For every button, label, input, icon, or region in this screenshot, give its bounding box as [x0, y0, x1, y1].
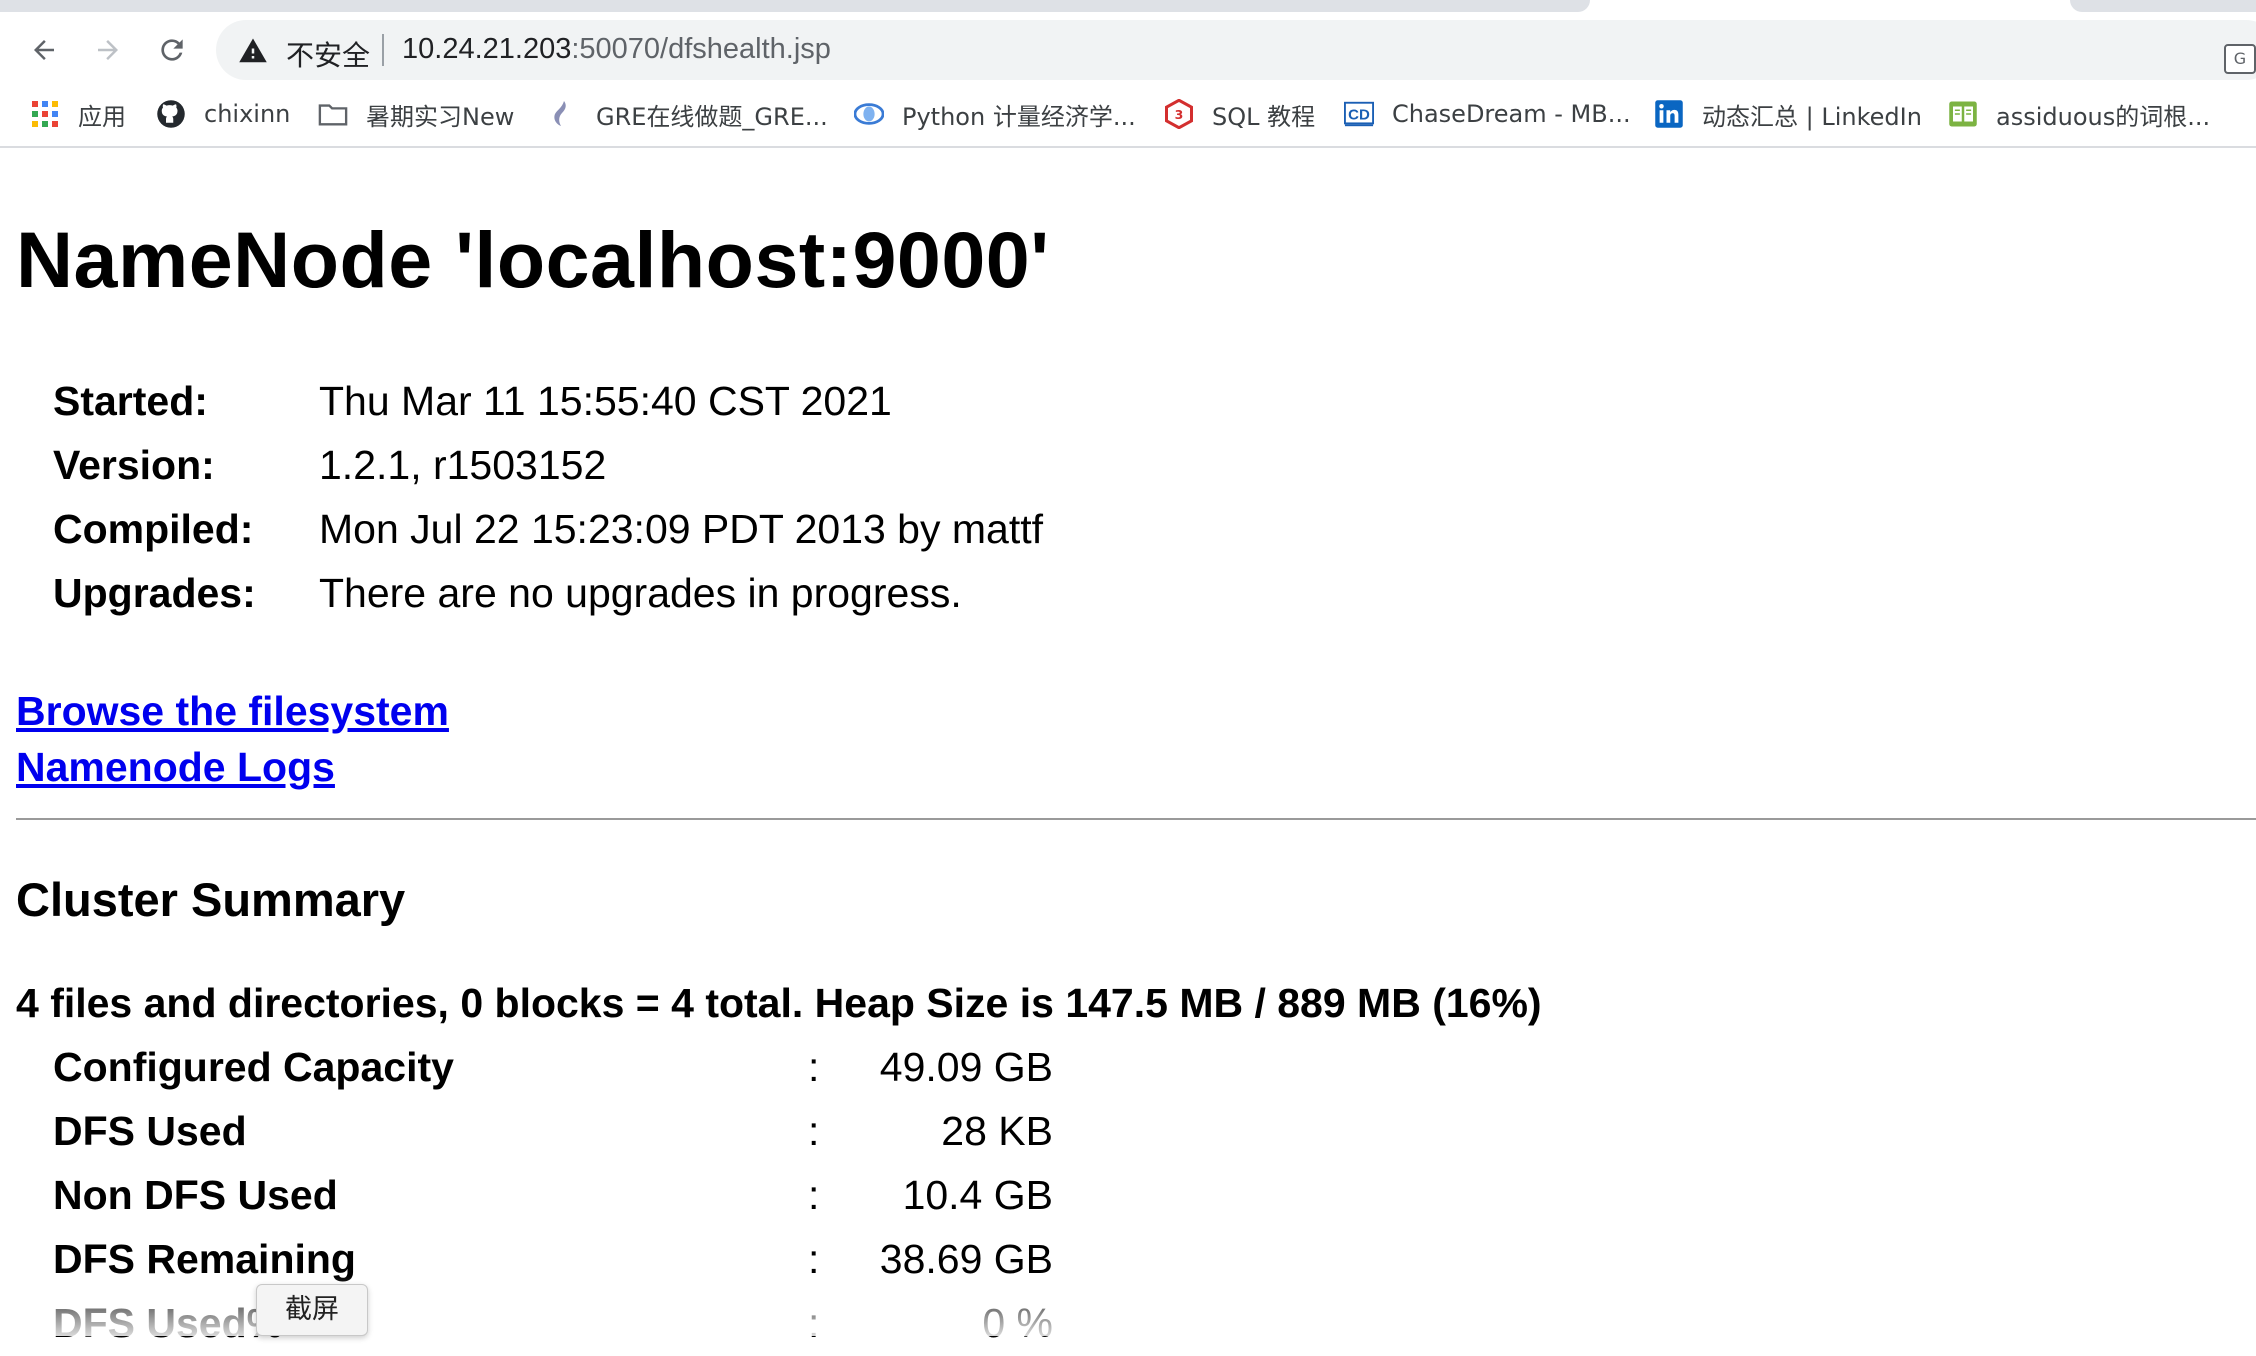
bookmark-label: assiduous的词根...: [1996, 102, 2211, 131]
divider: [16, 818, 2256, 820]
reload-button[interactable]: [150, 28, 194, 72]
chasedream-icon: CD: [1344, 99, 1374, 129]
tab-strip: [0, 0, 2256, 14]
not-secure-label[interactable]: 不安全: [286, 34, 370, 74]
bookmark-python[interactable]: Python 计量经济学...: [854, 94, 1136, 134]
bookmark-github[interactable]: chixinn: [156, 94, 290, 134]
browser-toolbar: 不安全 10.24.21.203:50070/dfshealth.jsp G文: [0, 14, 2256, 84]
svg-text:3: 3: [1175, 107, 1184, 122]
bookmark-assiduous[interactable]: assiduous的词根...: [1948, 94, 2210, 134]
svg-text:CD: CD: [1348, 107, 1370, 124]
bookmark-label: GRE在线做题_GRE...: [596, 102, 828, 131]
screenshot-tooltip: 截屏: [256, 1284, 368, 1336]
bookmark-label: Python 计量经济学...: [902, 102, 1136, 131]
bookmark-label: SQL 教程: [1212, 102, 1316, 131]
warning-icon[interactable]: [238, 36, 268, 66]
forward-button[interactable]: [86, 28, 130, 72]
info-row-version: Version: 1.2.1, r1503152: [53, 442, 606, 489]
namenode-logs-link[interactable]: Namenode Logs: [16, 744, 335, 791]
bookmark-linkedin[interactable]: 动态汇总 | LinkedIn: [1654, 94, 1922, 134]
capacity-row-non-dfs-used: Non DFS Used : 10.4 GB: [53, 1172, 1053, 1228]
github-icon: [156, 99, 186, 129]
capacity-value: 10.4 GB: [902, 1172, 1053, 1218]
back-arrow-icon: [34, 40, 54, 60]
address-bar[interactable]: 不安全 10.24.21.203:50070/dfshealth.jsp: [216, 20, 2256, 80]
info-row-compiled: Compiled: Mon Jul 22 15:23:09 PDT 2013 by…: [53, 506, 1043, 553]
url-path: :50070/dfshealth.jsp: [571, 33, 831, 65]
info-row-upgrades: Upgrades: There are no upgrades in progre…: [53, 570, 962, 617]
address-separator: [382, 34, 384, 66]
bookmark-gre[interactable]: GRE在线做题_GRE...: [548, 94, 828, 134]
bookmark-sql[interactable]: 3 SQL 教程: [1164, 94, 1315, 134]
capacity-value: 28 KB: [941, 1108, 1053, 1154]
info-key: Started:: [53, 378, 208, 424]
folder-icon: [318, 99, 348, 129]
capacity-row-configured: Configured Capacity : 49.09 GB: [53, 1044, 1053, 1100]
translate-icon[interactable]: G文: [2224, 44, 2256, 74]
capacity-value: 49.09 GB: [879, 1044, 1053, 1090]
python-icon: [854, 99, 884, 129]
capacity-colon: :: [808, 1172, 820, 1218]
cluster-summary-line: 4 files and directories, 0 blocks = 4 to…: [16, 980, 1542, 1026]
bookmark-label: 暑期实习New: [366, 102, 515, 131]
gre-icon: [548, 99, 578, 129]
bookmark-label: ChaseDream - MB...: [1392, 100, 1631, 128]
capacity-label: DFS Used: [53, 1108, 247, 1154]
browse-filesystem-link[interactable]: Browse the filesystem: [16, 688, 449, 735]
url-text[interactable]: 10.24.21.203:50070/dfshealth.jsp: [402, 33, 831, 66]
bookmarks-bar: 应用 chixinn 暑期实习New GRE在线做题_GRE... Python…: [0, 84, 2256, 148]
info-row-started: Started: Thu Mar 11 15:55:40 CST 2021: [53, 378, 892, 425]
sql-icon: 3: [1164, 99, 1194, 129]
reload-icon: [161, 39, 183, 61]
info-key: Compiled:: [53, 506, 254, 552]
info-value: There are no upgrades in progress.: [319, 570, 962, 616]
url-host: 10.24.21.203: [402, 33, 572, 65]
bookmark-folder[interactable]: 暑期实习New: [318, 94, 514, 134]
info-value: 1.2.1, r1503152: [319, 442, 607, 488]
bookmark-chasedream[interactable]: CD ChaseDream - MB...: [1344, 94, 1631, 134]
page-title: NameNode 'localhost:9000': [16, 215, 1050, 304]
forward-arrow-icon: [98, 40, 118, 60]
page-content: NameNode 'localhost:9000' Started: Thu Ma…: [0, 150, 2256, 1346]
bookmark-label: 动态汇总 | LinkedIn: [1702, 102, 1922, 131]
info-value: Mon Jul 22 15:23:09 PDT 2013 by mattf: [319, 506, 1044, 552]
info-key: Upgrades:: [53, 570, 256, 616]
capacity-colon: :: [808, 1044, 820, 1090]
info-key: Version:: [53, 442, 215, 488]
apps-grid-icon: [30, 99, 60, 129]
capacity-colon: :: [808, 1108, 820, 1154]
inactive-tab-area-right[interactable]: [2070, 0, 2256, 12]
book-icon: [1948, 99, 1978, 129]
back-button[interactable]: [22, 28, 66, 72]
capacity-label: Configured Capacity: [53, 1044, 454, 1090]
cluster-summary-title: Cluster Summary: [16, 873, 406, 926]
bookmark-apps[interactable]: 应用: [30, 94, 126, 134]
linkedin-icon: [1654, 99, 1684, 129]
capacity-label: Non DFS Used: [53, 1172, 338, 1218]
bookmark-label: chixinn: [204, 100, 291, 128]
inactive-tab-area-left[interactable]: [0, 0, 1590, 12]
info-value: Thu Mar 11 15:55:40 CST 2021: [319, 378, 892, 424]
bookmark-label: 应用: [78, 102, 126, 131]
capacity-row-dfs-used: DFS Used : 28 KB: [53, 1108, 1053, 1164]
